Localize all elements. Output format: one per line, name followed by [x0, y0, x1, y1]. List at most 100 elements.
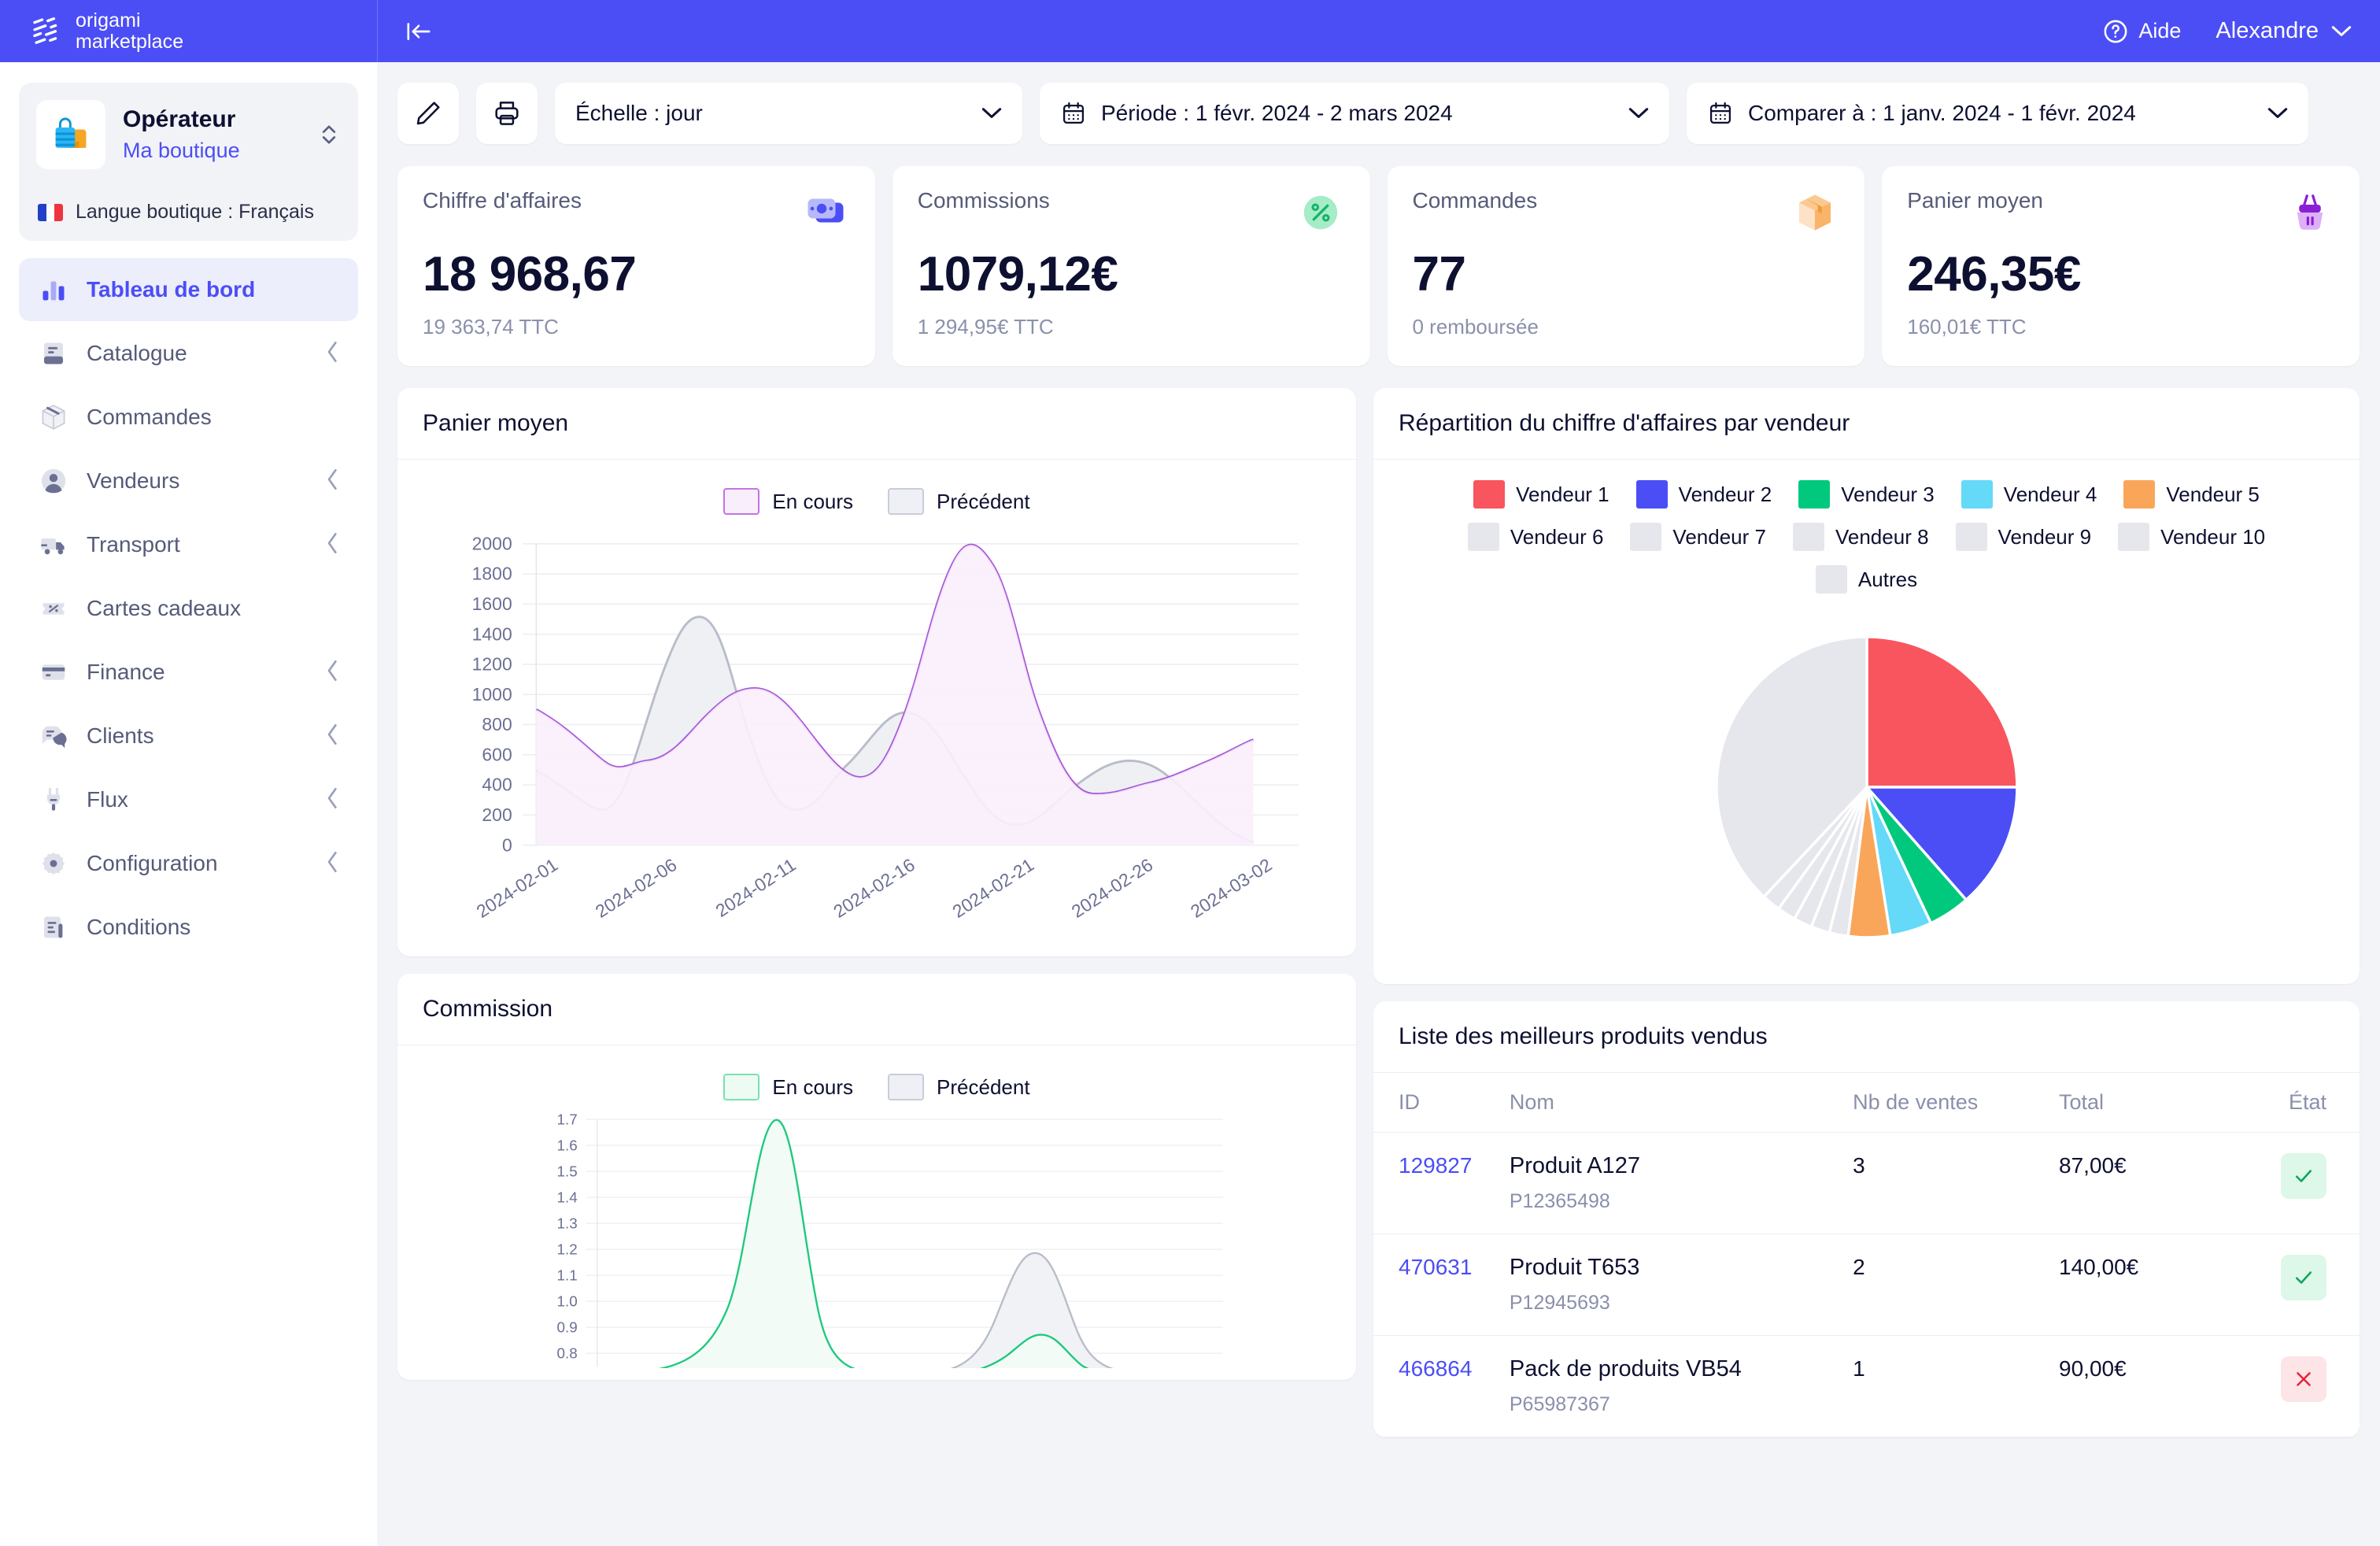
- pie-legend-label: Vendeur 5: [2166, 483, 2260, 507]
- help-button[interactable]: Aide: [2102, 18, 2181, 45]
- sidebar-item-cartes-cadeaux[interactable]: Cartes cadeaux: [19, 577, 358, 640]
- grid-lines: [586, 1119, 1223, 1353]
- product-id-link[interactable]: 470631: [1399, 1255, 1472, 1279]
- swatch: [2123, 480, 2155, 509]
- svg-text:0: 0: [502, 834, 512, 855]
- panel-meilleurs-produits: Liste des meilleurs produits vendus ID N…: [1373, 1001, 2360, 1437]
- sidebar-item-finance[interactable]: Finance: [19, 641, 358, 704]
- box-icon: [36, 400, 71, 435]
- chevron-left-icon: [325, 850, 341, 878]
- pie-legend-item-vendeur-10[interactable]: Vendeur 10: [2118, 523, 2265, 551]
- panel-title: Liste des meilleurs produits vendus: [1399, 1023, 2334, 1050]
- svg-text:1.4: 1.4: [557, 1189, 578, 1205]
- plug-icon: [36, 782, 71, 817]
- current-line-secondary: [926, 1335, 1143, 1368]
- svg-text:1.0: 1.0: [557, 1293, 578, 1309]
- chevron-updown-icon[interactable]: [317, 121, 341, 148]
- kpi-subvalue: 1 294,95€ TTC: [918, 315, 1345, 339]
- pie-legend-item-vendeur-1[interactable]: Vendeur 1: [1473, 480, 1609, 509]
- svg-text:1800: 1800: [472, 564, 512, 584]
- swatch: [1473, 480, 1505, 509]
- column-header-nom: Nom: [1510, 1073, 1853, 1133]
- svg-text:400: 400: [482, 775, 512, 795]
- kpi-card-chiffre-affaires: Chiffre d'affaires 18 968,67: [397, 166, 875, 366]
- product-total: 87,00€: [2059, 1153, 2127, 1178]
- sidebar-item-flux[interactable]: Flux: [19, 768, 358, 831]
- y-axis-ticks: 200018001600 140012001000 800600400 2000: [472, 533, 512, 855]
- shop-name: Opérateur: [123, 105, 317, 135]
- scale-select[interactable]: Échelle : jour: [555, 83, 1022, 144]
- sidebar-item-tableau-de-bord[interactable]: Tableau de bord: [19, 258, 358, 321]
- product-id-link[interactable]: 466864: [1399, 1356, 1472, 1381]
- legend-item-precedent[interactable]: Précédent: [888, 488, 1030, 515]
- panel-title: Répartition du chiffre d'affaires par ve…: [1399, 410, 2334, 437]
- document-icon: [36, 910, 71, 945]
- pie-legend-item-vendeur-6[interactable]: Vendeur 6: [1468, 523, 1604, 551]
- chevron-left-icon: [325, 531, 341, 559]
- legend-item-en-cours[interactable]: En cours: [723, 488, 853, 515]
- sidebar-item-clients[interactable]: Clients: [19, 705, 358, 767]
- table-row[interactable]: 129827 Produit A127 P12365498 3 87,00€: [1373, 1133, 2360, 1234]
- gear-icon: [36, 846, 71, 881]
- legend-swatch-previous: [888, 1074, 924, 1100]
- sidebar-item-conditions[interactable]: Conditions: [19, 896, 358, 959]
- top-bar: origami marketplace Aide: [0, 0, 2380, 62]
- period-select[interactable]: Période : 1 févr. 2024 - 2 mars 2024: [1040, 83, 1669, 144]
- svg-text:600: 600: [482, 744, 512, 764]
- brand-logo[interactable]: origami marketplace: [0, 0, 377, 62]
- check-icon: [2292, 1164, 2315, 1188]
- panel-header: Commission: [397, 974, 1356, 1045]
- kpi-row: Chiffre d'affaires 18 968,67: [397, 166, 2360, 366]
- table-row[interactable]: 466864 Pack de produits VB54 P65987367 1…: [1373, 1336, 2360, 1437]
- legend-swatch-current: [723, 1074, 759, 1100]
- pie-legend-item-vendeur-5[interactable]: Vendeur 5: [2123, 480, 2260, 509]
- sidebar-item-label: Clients: [87, 723, 325, 749]
- table-row[interactable]: 470631 Produit T653 P12945693 2 140,00€: [1373, 1234, 2360, 1336]
- print-button[interactable]: [476, 83, 538, 144]
- user-menu[interactable]: Alexandre: [2216, 18, 2352, 44]
- pie-legend-item-vendeur-2[interactable]: Vendeur 2: [1636, 480, 1772, 509]
- product-reference: P65987367: [1510, 1393, 1853, 1416]
- sidebar-item-catalogue[interactable]: Catalogue: [19, 322, 358, 385]
- legend-item-precedent[interactable]: Précédent: [888, 1074, 1030, 1100]
- dashboard-page: origami marketplace Aide: [0, 0, 2380, 1546]
- pie-legend-label: Vendeur 3: [1841, 483, 1935, 507]
- pie-legend-item-autres[interactable]: Autres: [1816, 565, 1917, 594]
- legend-item-en-cours[interactable]: En cours: [723, 1074, 853, 1100]
- product-id-link[interactable]: 129827: [1399, 1153, 1472, 1178]
- shop-switcher[interactable]: Opérateur Ma boutique: [19, 83, 358, 187]
- kpi-title: Panier moyen: [1907, 188, 2043, 213]
- collapse-left-icon[interactable]: [400, 13, 438, 50]
- pie-legend-item-vendeur-7[interactable]: Vendeur 7: [1630, 523, 1766, 551]
- product-sales-count: 3: [1853, 1153, 1865, 1178]
- pie-legend-item-vendeur-8[interactable]: Vendeur 8: [1793, 523, 1929, 551]
- pie-legend-item-vendeur-9[interactable]: Vendeur 9: [1956, 523, 2092, 551]
- sidebar-item-configuration[interactable]: Configuration: [19, 832, 358, 895]
- panel-title: Commission: [423, 996, 1331, 1023]
- sidebar-item-transport[interactable]: Transport: [19, 513, 358, 576]
- swatch: [1636, 480, 1668, 509]
- pie-legend-item-vendeur-4[interactable]: Vendeur 4: [1961, 480, 2097, 509]
- printer-icon: [492, 98, 522, 128]
- brand-line-2: marketplace: [76, 31, 183, 53]
- compare-select[interactable]: Comparer à : 1 janv. 2024 - 1 févr. 2024: [1687, 83, 2308, 144]
- edit-button[interactable]: [397, 83, 459, 144]
- pie-legend-label: Vendeur 6: [1510, 525, 1604, 549]
- panel-header: Liste des meilleurs produits vendus: [1373, 1001, 2360, 1073]
- pie-legend-label: Vendeur 7: [1672, 525, 1766, 549]
- brand-name: origami marketplace: [76, 10, 183, 53]
- chart-legend: En cours Précédent: [412, 1060, 1342, 1108]
- sidebar-item-commandes[interactable]: Commandes: [19, 386, 358, 449]
- sidebar: Opérateur Ma boutique Langue boutique : …: [0, 62, 377, 1546]
- product-name: Pack de produits VB54: [1510, 1356, 1853, 1382]
- chevron-left-icon: [325, 468, 341, 495]
- pie-legend-item-vendeur-3[interactable]: Vendeur 3: [1798, 480, 1935, 509]
- shop-language-row[interactable]: Langue boutique : Français: [19, 187, 358, 241]
- chevron-left-icon: [325, 340, 341, 368]
- sidebar-item-vendeurs[interactable]: Vendeurs: [19, 449, 358, 512]
- svg-text:1400: 1400: [472, 623, 512, 644]
- question-circle-icon: [2102, 18, 2129, 45]
- pie-legend-row-1: Vendeur 1 Vendeur 2 Vendeur 3 Vendeur 4 …: [1405, 480, 2328, 509]
- column-header-total: Total: [2059, 1073, 2251, 1133]
- sidebar-item-label: Finance: [87, 660, 325, 685]
